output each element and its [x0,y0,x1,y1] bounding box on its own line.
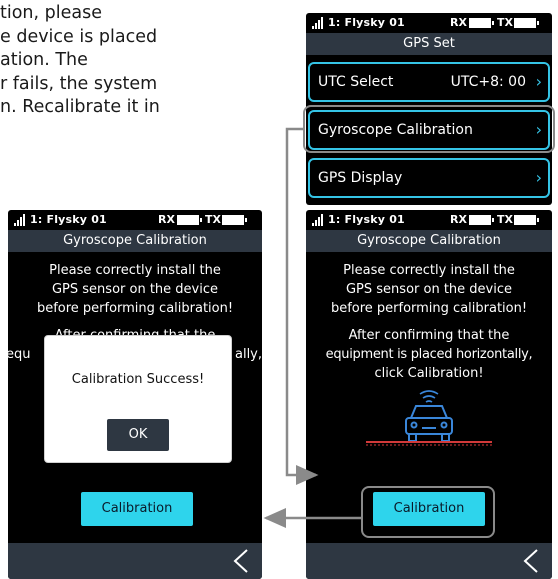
install-message: Please correctly install the GPS sensor … [306,261,552,318]
calibration-button[interactable]: Calibration [81,492,193,526]
rx-battery-icon [469,215,494,225]
dialog-message: Calibration Success! [71,372,205,387]
screen-title: Gyroscope Calibration [306,230,552,252]
menu-item-value: UTC+8: 00 [450,74,526,90]
rx-battery-icon [177,215,202,225]
message-line: equipment is placed horizontally, [325,347,533,362]
menu-item-label: GPS Display [318,170,403,186]
status-bar: 1: Flysky 01 RX TX [306,13,552,33]
message-fragment-left: equ [8,347,31,362]
tx-label: TX [205,213,221,226]
wifi-signal-icon [419,390,439,403]
car-icon [366,390,492,446]
menu-item-label: UTC Select [318,74,394,90]
tx-battery-icon [514,18,539,28]
signal-icon [312,17,326,29]
ok-button[interactable]: OK [107,419,169,451]
horizontal-message: After confirming that the equipment is p… [306,326,552,383]
model-name: 1: Flysky 01 [328,213,405,226]
rx-battery-icon [469,18,494,28]
message-line: GPS sensor on the device [51,282,218,297]
chevron-right-icon: › [535,168,542,187]
signal-icon [14,214,28,226]
tx-battery-icon [222,215,247,225]
message-line: GPS sensor on the device [345,282,512,297]
highlight-gyroscope-item [303,105,555,153]
tx-label: TX [497,213,513,226]
signal-icon [312,214,326,226]
menu-item-utc-select[interactable]: UTC Select UTC+8: 00 › [308,62,550,102]
model-name: 1: Flysky 01 [30,213,107,226]
bottom-bar [8,543,262,579]
menu-item-gps-display[interactable]: GPS Display › [308,158,550,198]
message-line: After confirming that the [348,328,510,343]
instruction-line: e device is placed [0,26,158,47]
install-message: Please correctly install the GPS sensor … [8,261,262,318]
message-line: before performing calibration! [330,301,528,316]
tx-battery-icon [514,215,539,225]
success-dialog: Calibration Success! OK [44,335,232,463]
message-line: Please correctly install the [343,263,515,278]
message-fragment-right: ally, [234,347,262,362]
model-name: 1: Flysky 01 [328,16,405,29]
instruction-line: ation. The [0,50,88,70]
back-chevron-icon[interactable] [230,547,252,575]
rx-label: RX [450,16,467,29]
bottom-bar [306,543,552,579]
highlight-calibration-button [361,486,495,538]
status-bar: 1: Flysky 01 RX TX [306,210,552,230]
status-bar: 1: Flysky 01 RX TX [8,210,262,230]
instruction-text: tion, please e device is placed ation. T… [0,2,230,120]
screen-title: Gyroscope Calibration [8,230,262,252]
instruction-line: tion, please [0,3,102,23]
rx-label: RX [158,213,175,226]
screen-title: GPS Set [306,33,552,55]
tx-label: TX [497,16,513,29]
instruction-line: r fails, the system [0,73,158,94]
message-line: Please correctly install the [49,263,221,278]
back-chevron-icon[interactable] [520,547,542,575]
rx-label: RX [450,213,467,226]
message-line: before performing calibration! [36,301,234,316]
instruction-line: n. Recalibrate it in [0,97,160,117]
chevron-right-icon: › [535,72,542,91]
